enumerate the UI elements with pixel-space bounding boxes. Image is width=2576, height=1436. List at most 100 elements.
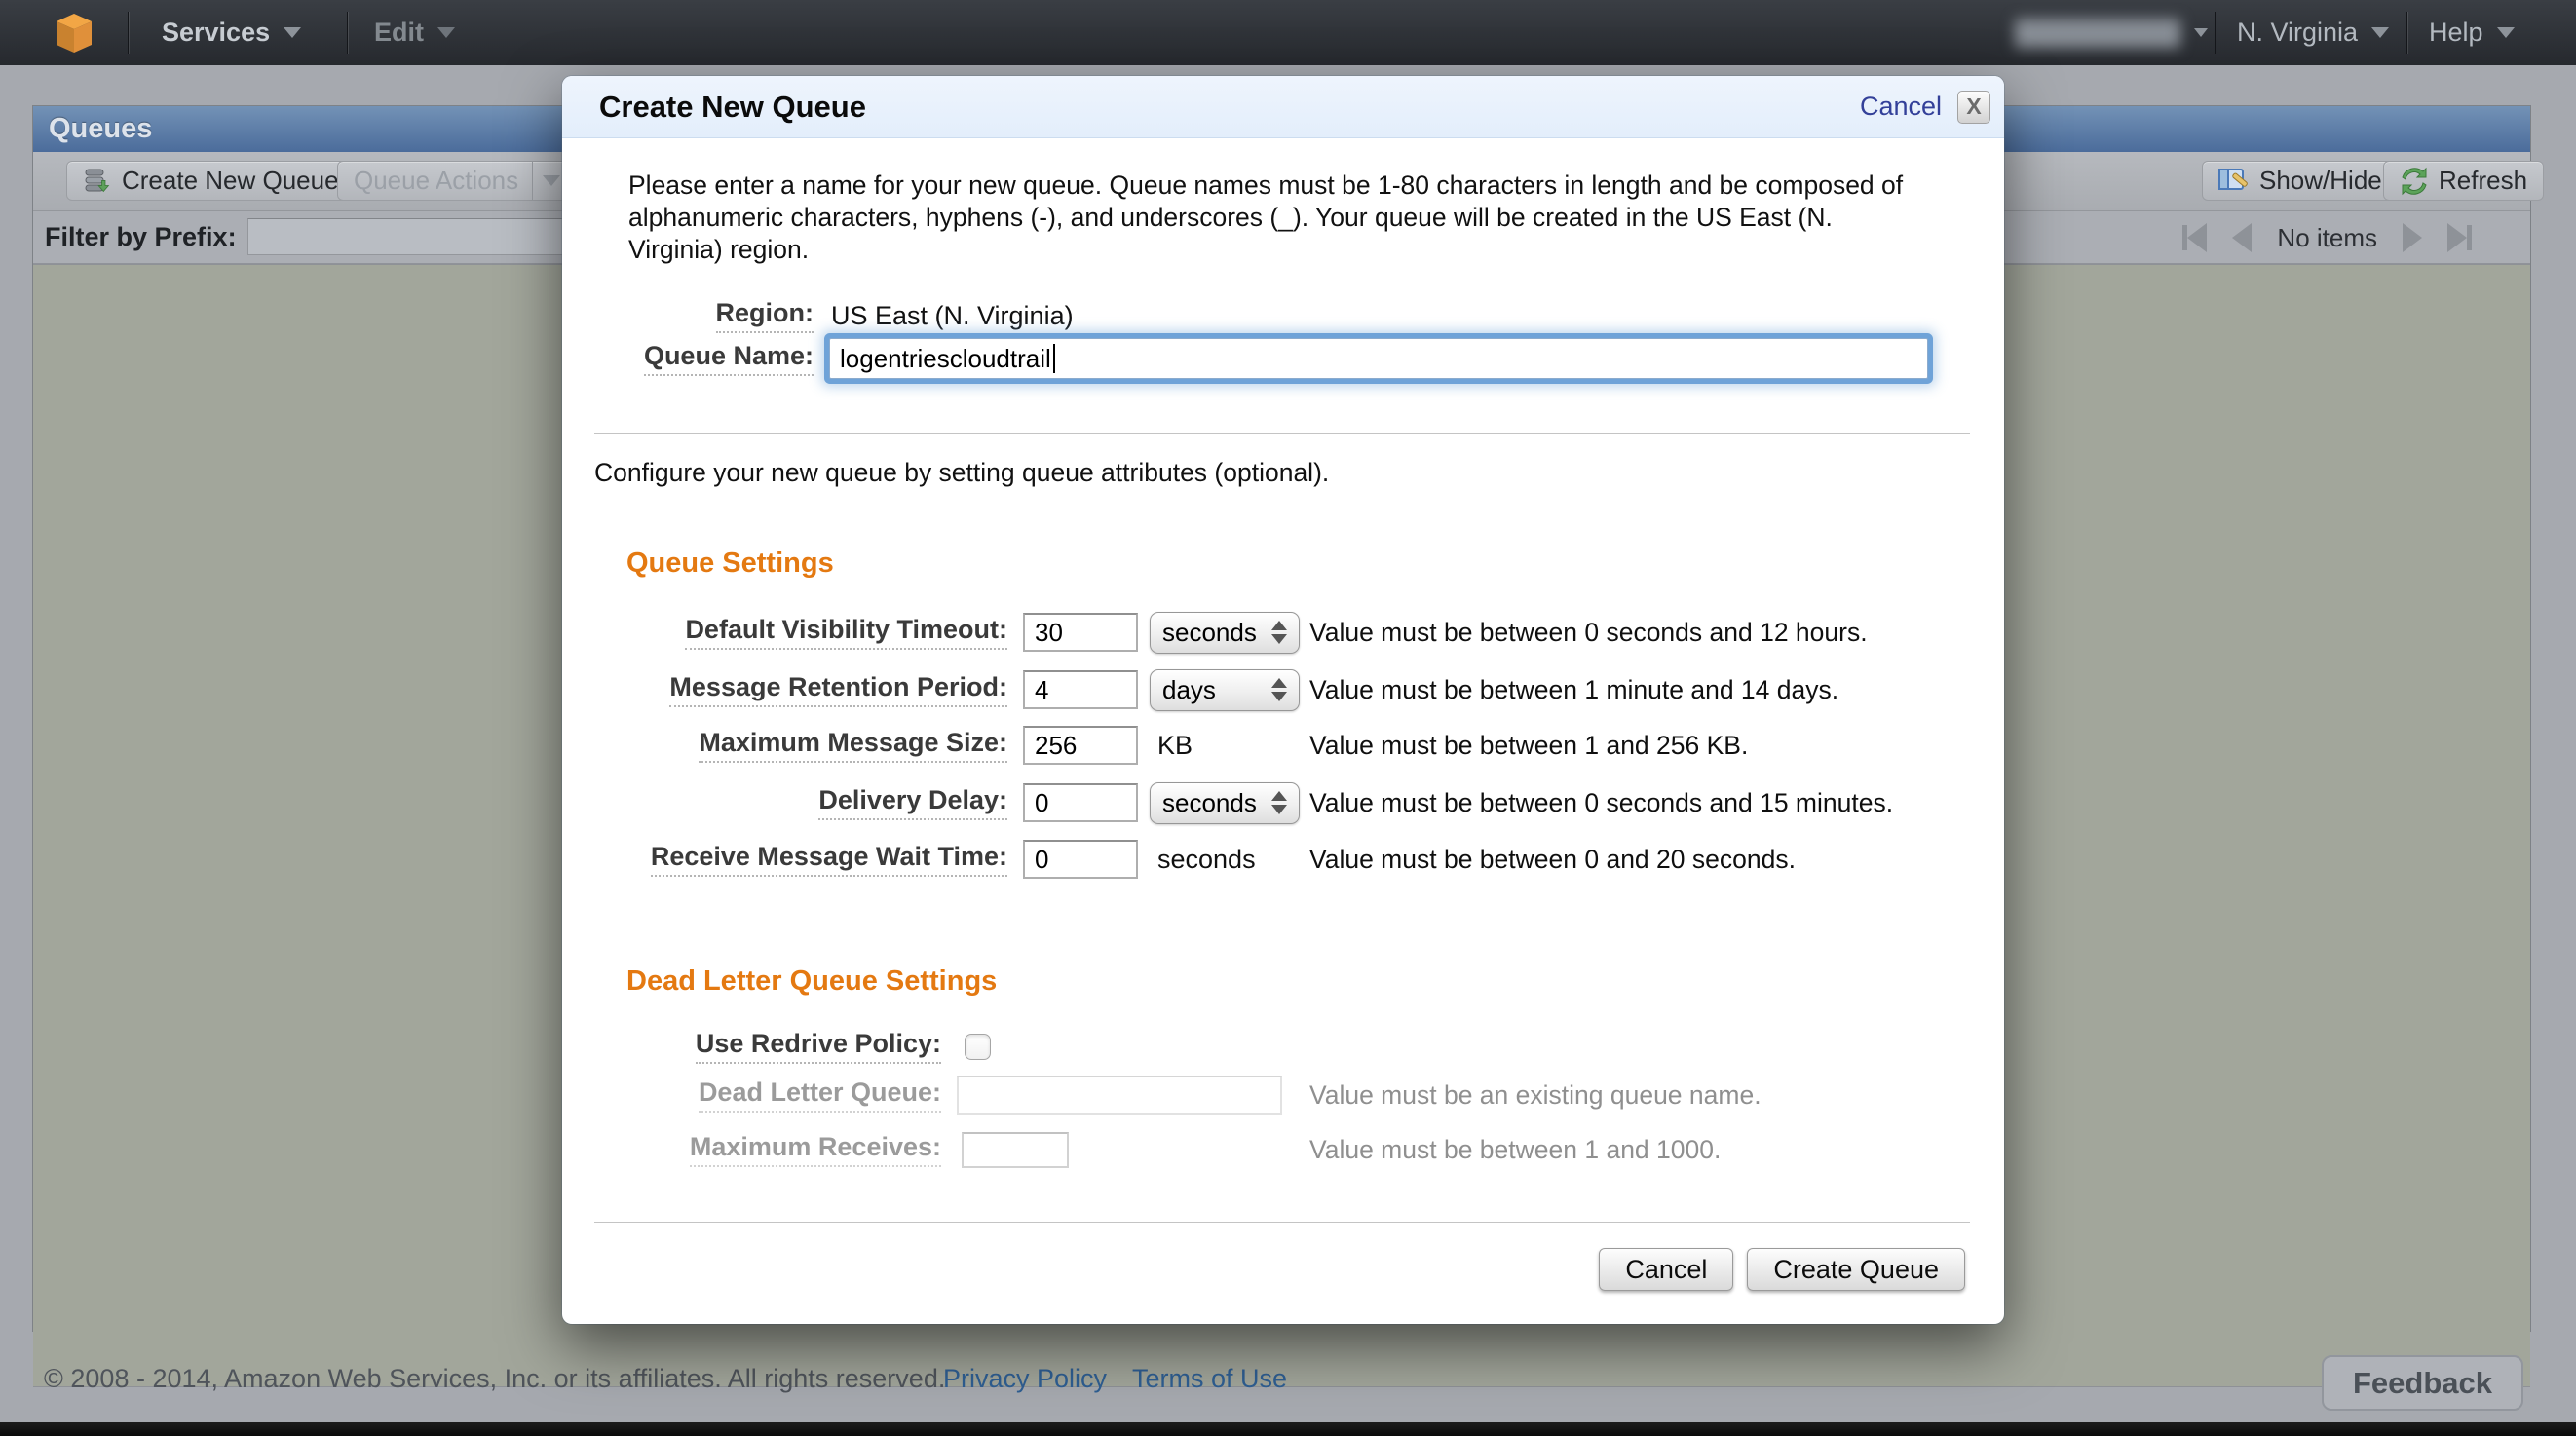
show-hide-columns-icon — [2218, 168, 2250, 195]
nav-region-label: N. Virginia — [2237, 18, 2358, 48]
next-page-icon[interactable] — [2403, 223, 2422, 252]
nav-help-label: Help — [2429, 18, 2483, 48]
queue-name-input[interactable]: logentriescloudtrail — [829, 338, 1928, 379]
dialog-button-bar: Cancel Create Queue — [562, 1248, 1965, 1291]
nav-edit-label: Edit — [374, 18, 424, 48]
navbar-divider — [2406, 12, 2407, 54]
show-hide-button[interactable]: Show/Hide — [2202, 161, 2399, 201]
default-visibility-timeout-label: Default Visibility Timeout: — [562, 615, 1007, 650]
select-updown-icon — [1271, 678, 1287, 701]
bottom-dark-strip — [0, 1422, 2576, 1436]
delivery-delay-input[interactable] — [1023, 783, 1138, 822]
top-navbar: Services Edit N. Virginia Help — [0, 0, 2576, 65]
filter-by-prefix-label: Filter by Prefix: — [45, 222, 237, 252]
maximum-receives-input — [962, 1132, 1069, 1168]
navbar-divider — [128, 12, 129, 54]
chevron-down-icon — [2371, 27, 2389, 38]
chevron-down-icon — [437, 27, 455, 38]
create-queue-button[interactable]: Create Queue — [1747, 1248, 1965, 1291]
sqs-console-screen: Services Edit N. Virginia Help Queues — [0, 0, 2576, 1436]
queues-panel-title: Queues — [49, 113, 152, 145]
refresh-icon — [2400, 167, 2429, 196]
use-redrive-policy-row: Use Redrive Policy: — [562, 1025, 2004, 1068]
create-new-queue-dialog: Create New Queue Cancel X Please enter a… — [562, 76, 2004, 1324]
queue-stack-icon — [83, 167, 112, 196]
chevron-down-icon — [284, 27, 301, 38]
nav-help-menu[interactable]: Help — [2429, 0, 2515, 65]
chevron-down-icon — [2194, 28, 2208, 37]
unit-select-value: days — [1162, 675, 1271, 705]
close-icon[interactable]: X — [1957, 91, 1990, 124]
copyright-text: © 2008 - 2014, Amazon Web Services, Inc.… — [44, 1364, 945, 1394]
text-cursor — [1053, 344, 1055, 373]
previous-page-icon[interactable] — [2232, 223, 2252, 252]
filter-by-prefix-input[interactable] — [247, 218, 569, 255]
dialog-title: Create New Queue — [599, 90, 866, 125]
nav-user-menu[interactable] — [2015, 0, 2208, 65]
default-visibility-timeout-row: Default Visibility Timeout: seconds Valu… — [562, 611, 2004, 654]
dead-letter-queue-settings-heading: Dead Letter Queue Settings — [626, 965, 997, 998]
maximum-message-size-unit: KB — [1157, 731, 1193, 761]
receive-message-wait-time-input[interactable] — [1023, 840, 1138, 879]
cancel-button-label: Cancel — [1625, 1255, 1707, 1285]
region-value: US East (N. Virginia) — [831, 301, 1074, 331]
nav-region-menu[interactable]: N. Virginia — [2237, 0, 2389, 65]
queue-name-value: logentriescloudtrail — [840, 344, 1051, 374]
privacy-policy-link[interactable]: Privacy Policy — [943, 1364, 1107, 1394]
aws-logo-icon[interactable] — [55, 13, 94, 54]
select-updown-icon — [1271, 791, 1287, 814]
dead-letter-queue-label: Dead Letter Queue: — [562, 1077, 941, 1113]
nav-services-menu[interactable]: Services — [162, 0, 301, 65]
queue-actions-label: Queue Actions — [354, 166, 518, 196]
nav-edit-menu[interactable]: Edit — [374, 0, 455, 65]
page-footer: © 2008 - 2014, Amazon Web Services, Inc.… — [0, 1332, 2576, 1422]
select-updown-icon — [1271, 621, 1287, 644]
message-retention-period-input[interactable] — [1023, 670, 1138, 709]
message-retention-period-row: Message Retention Period: days Value mus… — [562, 668, 2004, 711]
nav-services-label: Services — [162, 18, 270, 48]
receive-message-wait-time-unit: seconds — [1157, 845, 1256, 875]
unit-select-value: seconds — [1162, 618, 1271, 648]
dialog-cancel-link[interactable]: Cancel — [1860, 92, 1942, 122]
maximum-message-size-input[interactable] — [1023, 726, 1138, 765]
delivery-delay-hint: Value must be between 0 seconds and 15 m… — [1309, 788, 1893, 818]
delivery-delay-unit-select[interactable]: seconds — [1150, 782, 1300, 824]
navbar-divider — [2215, 12, 2216, 54]
message-retention-period-label: Message Retention Period: — [562, 672, 1007, 707]
chevron-down-icon — [543, 175, 560, 186]
unit-select-value: seconds — [1162, 788, 1271, 818]
dead-letter-queue-hint: Value must be an existing queue name. — [1309, 1080, 1762, 1111]
pagination-status: No items — [2277, 223, 2377, 253]
receive-message-wait-time-label: Receive Message Wait Time: — [562, 842, 1007, 877]
user-name-redacted — [2015, 19, 2180, 48]
region-label: Region: — [562, 298, 814, 333]
dead-letter-queue-input — [957, 1076, 1282, 1115]
maximum-message-size-label: Maximum Message Size: — [562, 728, 1007, 763]
default-visibility-timeout-unit-select[interactable]: seconds — [1150, 612, 1300, 654]
delivery-delay-label: Delivery Delay: — [562, 785, 1007, 820]
first-page-icon[interactable] — [2182, 223, 2207, 252]
maximum-message-size-hint: Value must be between 1 and 256 KB. — [1309, 731, 1748, 761]
last-page-icon[interactable] — [2447, 223, 2472, 252]
configure-text: Configure your new queue by setting queu… — [594, 458, 1329, 488]
create-new-queue-button[interactable]: Create New Queue — [66, 161, 356, 201]
use-redrive-policy-checkbox[interactable] — [965, 1034, 991, 1060]
message-retention-period-unit-select[interactable]: days — [1150, 669, 1300, 711]
cancel-button[interactable]: Cancel — [1599, 1248, 1733, 1291]
feedback-button[interactable]: Feedback — [2322, 1355, 2523, 1411]
message-retention-period-hint: Value must be between 1 minute and 14 da… — [1309, 675, 1838, 705]
default-visibility-timeout-hint: Value must be between 0 seconds and 12 h… — [1309, 618, 1868, 648]
refresh-button[interactable]: Refresh — [2383, 161, 2544, 201]
divider — [594, 433, 1970, 434]
delivery-delay-row: Delivery Delay: seconds Value must be be… — [562, 781, 2004, 824]
maximum-message-size-row: Maximum Message Size: KB Value must be b… — [562, 724, 2004, 767]
region-row: Region: US East (N. Virginia) — [562, 296, 2004, 335]
dialog-header: Create New Queue Cancel X — [562, 76, 2004, 138]
default-visibility-timeout-input[interactable] — [1023, 613, 1138, 652]
receive-message-wait-time-row: Receive Message Wait Time: seconds Value… — [562, 838, 2004, 881]
terms-of-use-link[interactable]: Terms of Use — [1132, 1364, 1287, 1394]
queue-name-row: Queue Name: logentriescloudtrail — [562, 331, 2004, 386]
create-queue-button-label: Create Queue — [1773, 1255, 1939, 1285]
show-hide-label: Show/Hide — [2259, 166, 2382, 196]
maximum-receives-label: Maximum Receives: — [562, 1132, 941, 1167]
